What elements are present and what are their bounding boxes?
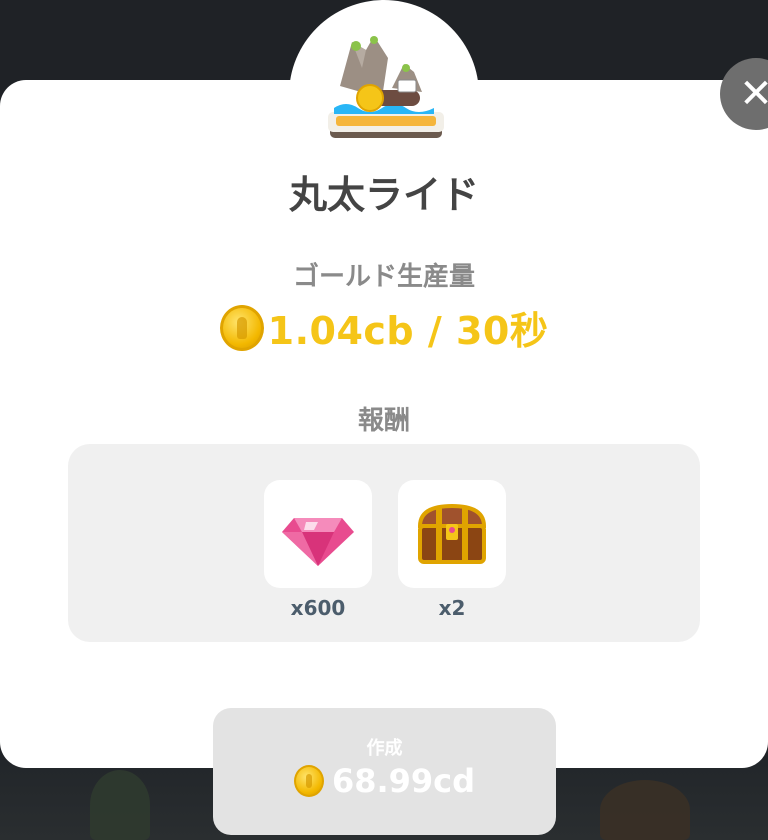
build-cost-value: 68.99cd xyxy=(331,762,476,800)
build-button[interactable]: 作成 68.99cd xyxy=(213,708,556,835)
build-button-label: 作成 xyxy=(366,738,403,759)
production-label: ゴールド生産量 xyxy=(292,262,475,292)
production-value: 1.04cb / 30秒 xyxy=(267,309,549,353)
reward-item-chest xyxy=(398,480,506,588)
reward-panel: x600 x2 xyxy=(68,444,700,642)
reward-item-gem xyxy=(264,480,372,588)
background-tree xyxy=(600,780,690,840)
reward-quantity: x600 xyxy=(290,596,346,620)
treasure-chest-icon xyxy=(417,503,487,564)
build-cost: 68.99cd xyxy=(213,762,556,800)
gold-coin-icon xyxy=(219,304,264,351)
building-title: 丸太ライド xyxy=(288,173,479,217)
background-tree xyxy=(90,770,150,840)
reward-quantity: x2 xyxy=(438,596,466,620)
pink-gem-icon xyxy=(282,518,354,566)
gold-coin-icon xyxy=(293,765,324,797)
production-rate: 1.04cb / 30秒 xyxy=(0,300,768,355)
log-ride-icon xyxy=(328,36,444,138)
close-icon: ✕ xyxy=(739,71,768,117)
reward-label: 報酬 xyxy=(357,406,410,436)
